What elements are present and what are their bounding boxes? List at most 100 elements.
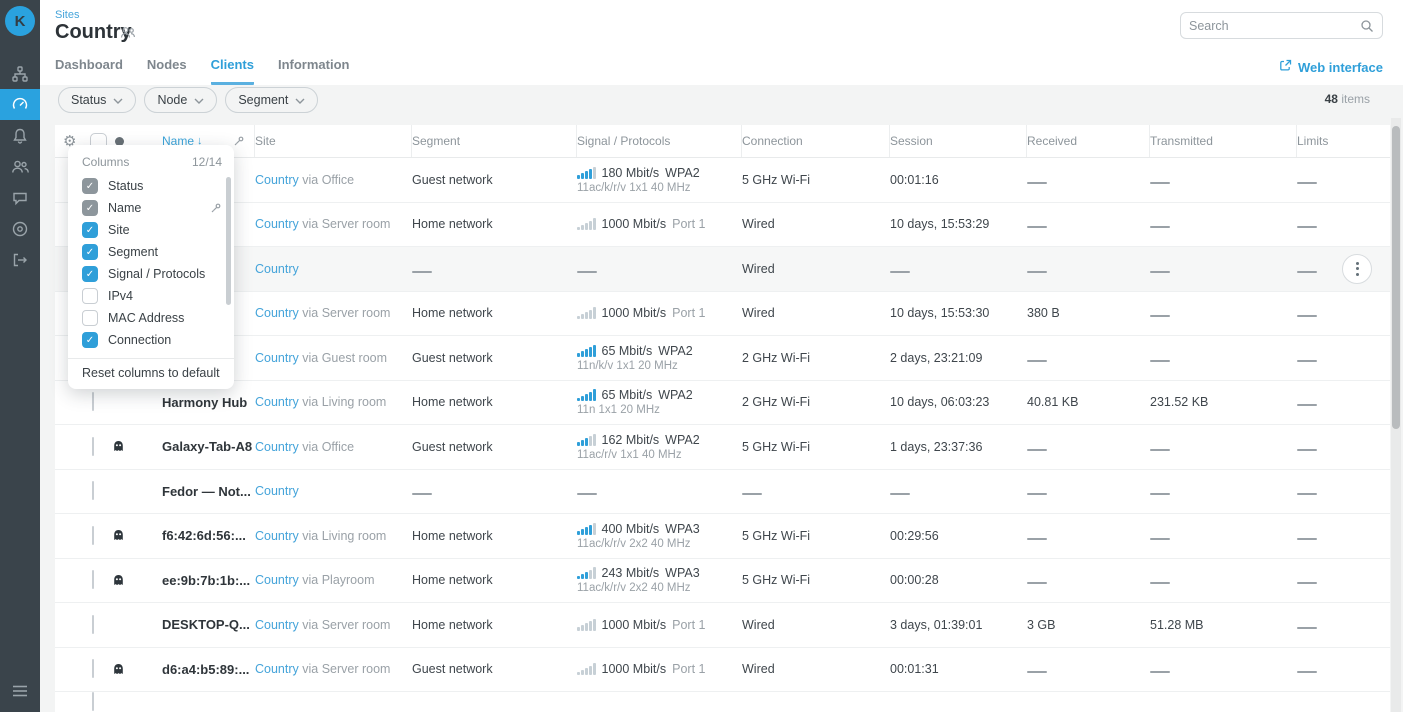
received-column-header[interactable]: Received [1026, 125, 1150, 157]
popup-item-mac-address[interactable]: MAC Address [68, 307, 234, 329]
items-count: 48 items [1325, 92, 1370, 106]
tab-clients[interactable]: Clients [211, 57, 254, 85]
segment-cell [412, 262, 577, 276]
filter-node[interactable]: Node [144, 87, 217, 113]
site-link[interactable]: Country [255, 662, 299, 676]
row-checkbox[interactable] [92, 481, 94, 500]
popup-item-site[interactable]: ✓ Site [68, 219, 234, 241]
status-cell [111, 616, 157, 634]
popup-checkbox[interactable] [82, 310, 98, 326]
site-link[interactable]: Country [255, 262, 299, 276]
wifi-signal-icon [577, 389, 596, 401]
site-link[interactable]: Country [255, 306, 299, 320]
row-checkbox[interactable] [92, 659, 94, 678]
breadcrumb[interactable]: Sites [55, 9, 79, 21]
site-link[interactable]: Country [255, 573, 299, 587]
connection-cell: 2 GHz Wi-Fi [742, 395, 890, 409]
row-checkbox[interactable] [92, 692, 94, 711]
table-scrollbar-thumb[interactable] [1392, 126, 1400, 429]
segment-cell: Home network [412, 306, 577, 320]
popup-checkbox[interactable] [82, 288, 98, 304]
connection-cell: Wired [742, 217, 890, 231]
sidebar-item-dashboard-gauge[interactable] [0, 89, 40, 120]
received-cell [1027, 351, 1150, 365]
popup-item-name[interactable]: ✓Name [68, 197, 234, 219]
sidebar-item-logout[interactable] [0, 244, 40, 275]
popup-item-status[interactable]: ✓Status [68, 175, 234, 197]
site-link[interactable]: Country [255, 618, 299, 632]
signal-column-header[interactable]: Signal / Protocols [576, 125, 742, 157]
site-link[interactable]: Country [255, 173, 299, 187]
site-column-header[interactable]: Site [254, 125, 412, 157]
search-icon[interactable] [1360, 19, 1374, 33]
received-cell [1027, 173, 1150, 187]
row-checkbox[interactable] [92, 392, 94, 411]
search-input[interactable] [1181, 19, 1360, 33]
sidebar-item-sites-tree[interactable] [0, 58, 40, 89]
private-mac-ghost-icon [112, 663, 157, 676]
signal-secondary: Port 1 [672, 217, 705, 231]
sidebar-item-target[interactable] [0, 213, 40, 244]
popup-item-signal-protocols[interactable]: ✓Signal / Protocols [68, 263, 234, 285]
popup-checkbox[interactable]: ✓ [82, 266, 98, 282]
popup-checkbox[interactable]: ✓ [82, 178, 98, 194]
popup-item-segment[interactable]: ✓Segment [68, 241, 234, 263]
filter-status[interactable]: Status [58, 87, 136, 113]
site-link[interactable]: Country [255, 217, 299, 231]
tab-nodes[interactable]: Nodes [147, 57, 187, 85]
popup-scrollbar-thumb[interactable] [226, 177, 231, 305]
sidebar-item-users[interactable] [0, 151, 40, 182]
site-value: Country [255, 262, 299, 276]
sidebar-item-notifications-bell[interactable] [0, 120, 40, 151]
popup-item-ipv4[interactable]: IPv4 [68, 285, 234, 307]
web-interface-link[interactable]: Web interface [1279, 59, 1383, 75]
site-link[interactable]: Country [255, 395, 299, 409]
popup-checkbox[interactable]: ✓ [82, 222, 98, 238]
row-checkbox[interactable] [92, 615, 94, 634]
client-name: ee:9b:7b:1b:... [157, 573, 255, 588]
site-link[interactable]: Country [255, 529, 299, 543]
tab-dashboard[interactable]: Dashboard [55, 57, 123, 85]
table-row: d6:a4:b5:89:...Country via Server roomGu… [55, 648, 1390, 693]
empty-value-dash [742, 493, 762, 495]
popup-item-connection[interactable]: ✓Connection [68, 329, 234, 351]
site-link[interactable]: Country [255, 440, 299, 454]
site-value: Country via Server room [255, 217, 390, 231]
row-checkbox[interactable] [92, 437, 94, 456]
row-checkbox[interactable] [92, 570, 94, 589]
segment-column-header[interactable]: Segment [411, 125, 577, 157]
popup-checkbox[interactable]: ✓ [82, 332, 98, 348]
session-column-header[interactable]: Session [889, 125, 1027, 157]
limits-cell [1297, 351, 1390, 365]
status-cell [111, 663, 157, 676]
row-checkbox-cell [85, 527, 111, 545]
site-link[interactable]: Country [255, 351, 299, 365]
site-via: via Living room [299, 395, 387, 409]
sidebar-item-chat[interactable] [0, 182, 40, 213]
popup-item-label: Site [108, 223, 130, 237]
site-link[interactable]: Country [255, 484, 299, 498]
row-checkbox[interactable] [92, 526, 94, 545]
sidebar: K [0, 0, 40, 712]
limits-column-header[interactable]: Limits [1296, 125, 1390, 157]
reset-columns-button[interactable]: Reset columns to default [68, 358, 234, 389]
popup-checkbox[interactable]: ✓ [82, 244, 98, 260]
row-actions-kebab-button[interactable] [1342, 254, 1372, 284]
tab-information[interactable]: Information [278, 57, 350, 85]
row-checkbox-cell [85, 438, 111, 456]
empty-value-dash [1150, 315, 1170, 317]
site-via: via Office [299, 440, 354, 454]
table-scrollbar-track [1391, 118, 1401, 712]
connection-cell: 5 GHz Wi-Fi [742, 573, 890, 587]
private-mac-ghost-icon [112, 574, 157, 587]
transmitted-cell [1150, 351, 1297, 365]
filter-segment[interactable]: Segment [225, 87, 318, 113]
session-cell: 1 days, 23:37:36 [890, 440, 1027, 454]
transmitted-column-header[interactable]: Transmitted [1149, 125, 1297, 157]
connection-column-header[interactable]: Connection [741, 125, 890, 157]
app-logo[interactable]: K [5, 6, 35, 36]
empty-value-dash [1027, 226, 1047, 228]
menu-icon[interactable] [0, 678, 40, 704]
limits-cell [1297, 262, 1390, 276]
popup-checkbox[interactable]: ✓ [82, 200, 98, 216]
